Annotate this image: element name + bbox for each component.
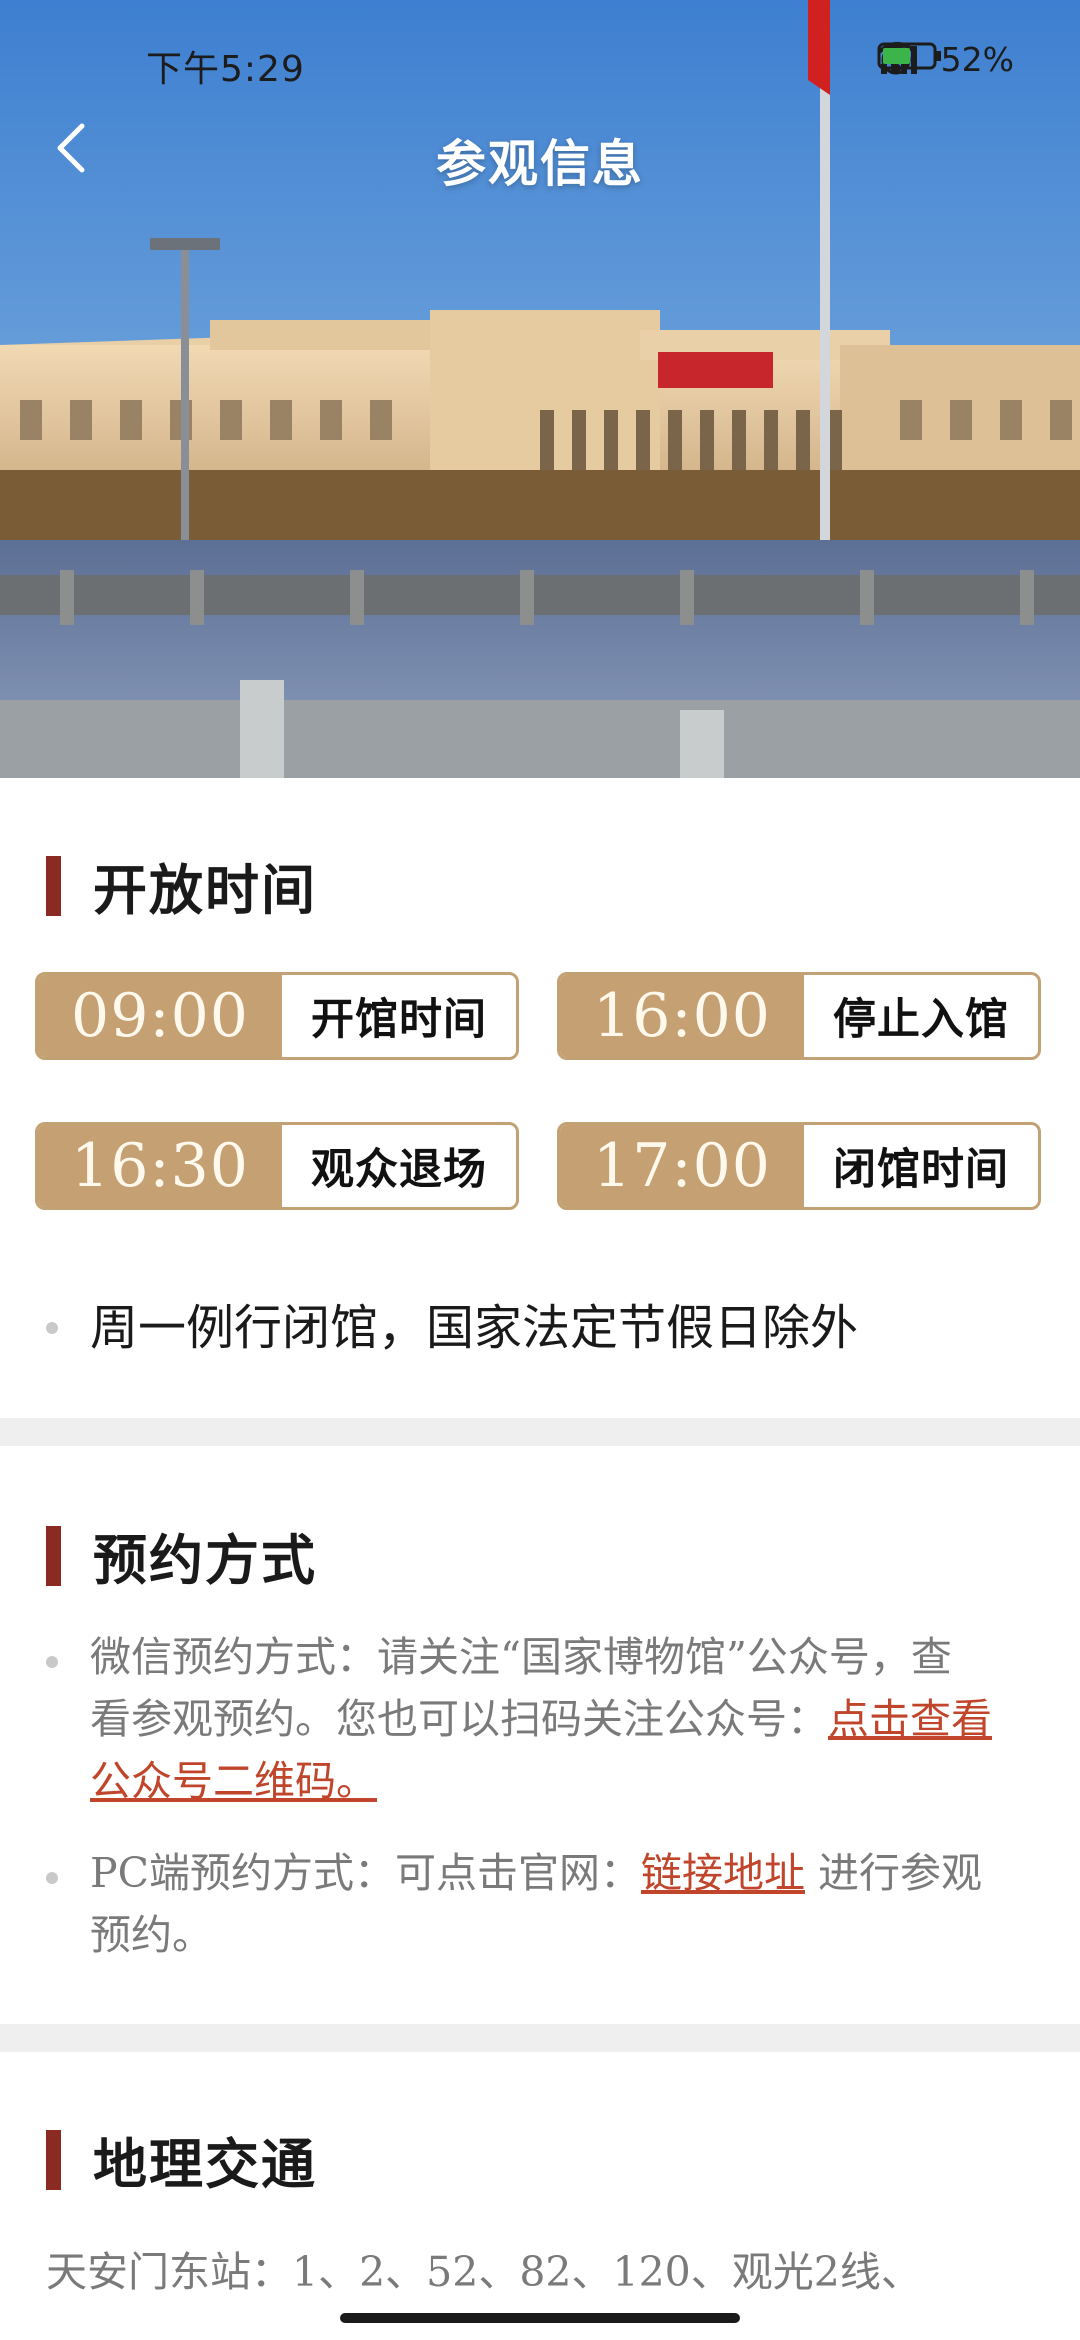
opening-hours-section: 开放时间 09:00 开馆时间 16:00 停止入馆 16:30 观众退场 17… [0,778,1080,1418]
battery-percent: 52% [940,40,1014,79]
section-accent-bar [46,1525,61,1586]
bullet-icon [46,1322,58,1334]
wechat-line-1: 微信预约方式：请关注“国家博物馆”公众号，查 [90,1633,952,1681]
section-accent-bar [46,2129,61,2190]
time-value: 09:00 [38,975,282,1057]
reservation-header: 预约方式 [46,1516,317,1595]
section-title: 开放时间 [93,858,317,922]
time-value: 16:30 [38,1125,282,1207]
reservation-section: 预约方式 微信预约方式：请关注“国家博物馆”公众号，查 看参观预约。您也可以扫码… [0,1446,1080,2024]
status-icons: 52% [877,40,1014,79]
section-divider [0,1418,1080,1446]
bullet-icon [46,1872,58,1884]
time-label: 闭馆时间 [833,1145,1009,1195]
wechat-text: 看参观预约。您也可以扫码关注公众号： [90,1695,828,1743]
wechat-line-2: 看参观预约。您也可以扫码关注公众号：点击查看 [90,1688,992,1750]
hero-image: 下午5:29 52% 参观信息 [0,0,1080,778]
time-label: 开馆时间 [311,995,487,1045]
time-card-close: 17:00 闭馆时间 [557,1122,1041,1210]
time-card-open: 09:00 开馆时间 [35,972,519,1060]
pc-reservation-text: PC端预约方式：可点击官网：链接地址 进行参观 预约。 [90,1842,982,1966]
website-link[interactable]: 链接地址 [641,1849,805,1897]
time-card-exit: 16:30 观众退场 [35,1122,519,1210]
time-card-last-entry: 16:00 停止入馆 [557,972,1041,1060]
pc-text-prefix: PC端预约方式：可点击官网： [90,1849,641,1897]
nav-bar: 参观信息 [0,118,1080,202]
section-title: 地理交通 [93,2132,317,2196]
qr-code-link-cont[interactable]: 公众号二维码。 [90,1757,377,1805]
opening-hours-header: 开放时间 [46,846,317,925]
status-bar: 下午5:29 52% [0,0,1080,120]
pc-line-2: 预约。 [90,1911,213,1959]
time-value: 17:00 [560,1125,804,1207]
section-accent-bar [46,855,61,916]
pc-reservation-item: PC端预约方式：可点击官网：链接地址 进行参观 预约。 [46,1842,1040,1966]
wechat-reservation-item: 微信预约方式：请关注“国家博物馆”公众号，查 看参观预约。您也可以扫码关注公众号… [46,1626,1040,1812]
closing-notice: 周一例行闭馆，国家法定节假日除外 [46,1292,1040,1364]
time-label: 观众退场 [311,1145,487,1195]
transport-section: 地理交通 天安门东站：1、2、52、82、120、观光2线、 [0,2052,1080,2340]
wechat-reservation-text: 微信预约方式：请关注“国家博物馆”公众号，查 看参观预约。您也可以扫码关注公众号… [90,1626,992,1812]
section-divider [0,2024,1080,2052]
transport-line: 天安门东站：1、2、52、82、120、观光2线、 [46,2248,922,2296]
time-label: 停止入馆 [833,995,1009,1045]
time-value: 16:00 [560,975,804,1057]
qr-code-link[interactable]: 点击查看 [828,1695,992,1743]
status-time: 下午5:29 [146,49,305,90]
page-title: 参观信息 [436,134,644,193]
bullet-icon [46,1656,58,1668]
home-indicator[interactable] [340,2313,740,2323]
transport-header: 地理交通 [46,2120,317,2199]
wechat-line-3: 公众号二维码。 [90,1750,992,1812]
notice-text: 周一例行闭馆，国家法定节假日除外 [90,1300,859,1356]
section-title: 预约方式 [93,1528,317,1592]
pc-line-1: PC端预约方式：可点击官网：链接地址 进行参观 [90,1842,982,1904]
pc-text-suffix: 进行参观 [804,1849,983,1897]
